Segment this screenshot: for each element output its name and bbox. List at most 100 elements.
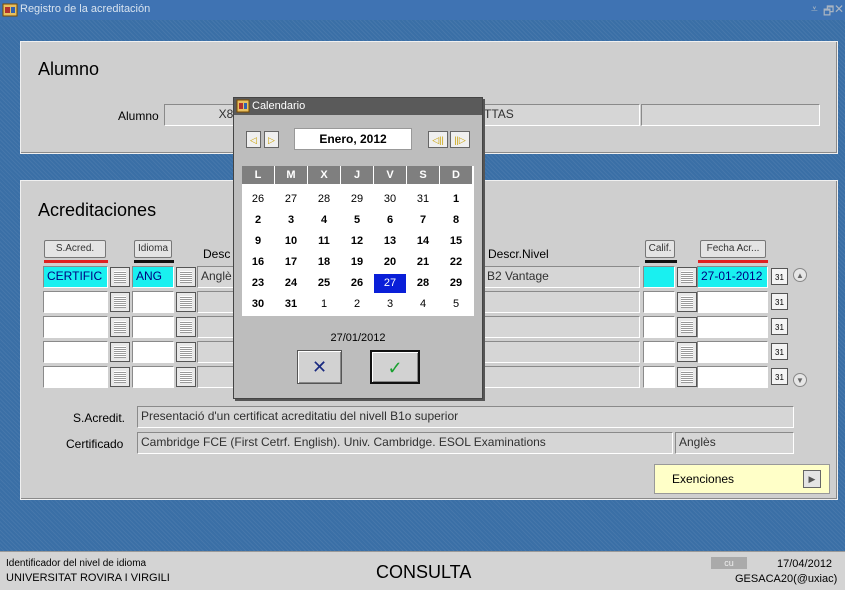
fecha-cell[interactable]: [697, 291, 768, 313]
calendar-day[interactable]: 30: [242, 295, 274, 314]
calendar-day[interactable]: 15: [440, 232, 472, 251]
calendar-day[interactable]: 29: [341, 190, 373, 209]
calendar-day[interactable]: 1: [440, 190, 472, 209]
idioma-lov-button[interactable]: [176, 267, 196, 287]
calendar-icon[interactable]: 31: [771, 268, 788, 285]
calendar-day[interactable]: 21: [407, 253, 439, 272]
idioma-lov-button[interactable]: [176, 292, 196, 312]
calendar-day[interactable]: 3: [275, 211, 307, 230]
idioma-header-button[interactable]: Idioma: [134, 240, 172, 258]
calendar-icon[interactable]: 31: [771, 293, 788, 310]
calendar-day[interactable]: 2: [341, 295, 373, 314]
s-acred-lov-button[interactable]: [110, 367, 130, 387]
alumno-extra-field[interactable]: [641, 104, 820, 126]
prev-year-button[interactable]: ◁||: [428, 131, 448, 148]
calendar-icon[interactable]: 31: [771, 318, 788, 335]
alumno-name-field[interactable]: TTAS: [480, 104, 640, 126]
calendar-day[interactable]: 4: [407, 295, 439, 314]
next-year-button[interactable]: ||▷: [450, 131, 470, 148]
calif-cell[interactable]: [643, 341, 675, 363]
calendar-day[interactable]: 12: [341, 232, 373, 251]
descr-nivel-cell[interactable]: [483, 291, 640, 313]
calendar-day[interactable]: 30: [374, 190, 406, 209]
calendar-day[interactable]: 5: [440, 295, 472, 314]
calendar-day[interactable]: 31: [407, 190, 439, 209]
calendar-day[interactable]: 25: [308, 274, 340, 293]
calif-lov-button[interactable]: [677, 367, 697, 387]
next-month-button[interactable]: ▷: [264, 131, 279, 148]
scroll-up-icon[interactable]: ▲: [793, 268, 807, 282]
prev-month-button[interactable]: ◁: [246, 131, 261, 148]
calendar-day[interactable]: 13: [374, 232, 406, 251]
calendar-day[interactable]: 5: [341, 211, 373, 230]
calendar-day[interactable]: 27: [275, 190, 307, 209]
s-acred-lov-button[interactable]: [110, 317, 130, 337]
calendar-icon[interactable]: 31: [771, 368, 788, 385]
idioma-cell[interactable]: [132, 341, 174, 363]
calendar-day[interactable]: 31: [275, 295, 307, 314]
calendar-day[interactable]: 7: [407, 211, 439, 230]
idioma-cell[interactable]: [132, 316, 174, 338]
calendar-day[interactable]: 16: [242, 253, 274, 272]
idioma-cell[interactable]: [132, 291, 174, 313]
calendar-day[interactable]: 1: [308, 295, 340, 314]
s-acred-cell[interactable]: [43, 291, 108, 313]
s-acred-lov-button[interactable]: [110, 342, 130, 362]
calif-cell[interactable]: [643, 316, 675, 338]
calendar-day[interactable]: 17: [275, 253, 307, 272]
s-acred-lov-button[interactable]: [110, 292, 130, 312]
calendar-day[interactable]: 9: [242, 232, 274, 251]
s-acred-cell[interactable]: CERTIFIC: [43, 266, 108, 288]
idioma-cell[interactable]: ANG: [132, 266, 174, 288]
calendar-day[interactable]: 10: [275, 232, 307, 251]
calif-header-button[interactable]: Calif.: [645, 240, 675, 258]
calendar-day[interactable]: 22: [440, 253, 472, 272]
idioma-lov-button[interactable]: [176, 367, 196, 387]
alumno-id-field[interactable]: X84: [164, 104, 244, 126]
s-acred-cell[interactable]: [43, 341, 108, 363]
fecha-cell[interactable]: [697, 316, 768, 338]
s-acredit-field[interactable]: Presentació d'un certificat acreditatiu …: [137, 406, 794, 428]
fecha-cell[interactable]: [697, 366, 768, 388]
exenciones-button[interactable]: Exenciones ▶: [654, 464, 830, 494]
idioma-lov-button[interactable]: [176, 342, 196, 362]
idioma-lov-button[interactable]: [176, 317, 196, 337]
s-acred-header-button[interactable]: S.Acred.: [44, 240, 106, 258]
calendar-day[interactable]: 20: [374, 253, 406, 272]
idioma-cell[interactable]: [132, 366, 174, 388]
descr-nivel-cell[interactable]: [483, 341, 640, 363]
descr-nivel-cell[interactable]: B2 Vantage: [483, 266, 640, 288]
calendar-day[interactable]: 3: [374, 295, 406, 314]
calendar-day[interactable]: 19: [341, 253, 373, 272]
descr-nivel-cell[interactable]: [483, 366, 640, 388]
calendar-day[interactable]: 28: [308, 190, 340, 209]
close-icon[interactable]: ✕: [834, 2, 844, 16]
calendar-day[interactable]: 26: [341, 274, 373, 293]
certificado-lang-field[interactable]: Anglès: [675, 432, 794, 454]
calendar-day[interactable]: 27: [374, 274, 406, 293]
s-acred-cell[interactable]: [43, 366, 108, 388]
calif-lov-button[interactable]: [677, 317, 697, 337]
s-acred-cell[interactable]: [43, 316, 108, 338]
calendar-day[interactable]: 11: [308, 232, 340, 251]
calendar-day[interactable]: 6: [374, 211, 406, 230]
calif-lov-button[interactable]: [677, 292, 697, 312]
calendar-day[interactable]: 29: [440, 274, 472, 293]
fecha-cell[interactable]: [697, 341, 768, 363]
calendar-day[interactable]: 26: [242, 190, 274, 209]
ok-button[interactable]: ✓: [370, 350, 420, 384]
desc-cell[interactable]: [197, 366, 237, 388]
calif-cell[interactable]: [643, 266, 675, 288]
cancel-button[interactable]: ✕: [297, 350, 342, 384]
scroll-down-icon[interactable]: ▼: [793, 373, 807, 387]
calendar-day[interactable]: 23: [242, 274, 274, 293]
desc-cell[interactable]: [197, 341, 237, 363]
s-acred-lov-button[interactable]: [110, 267, 130, 287]
calendar-day[interactable]: 28: [407, 274, 439, 293]
fecha-header-button[interactable]: Fecha Acr...: [700, 240, 766, 258]
minimize-icon[interactable]: ⩡: [811, 2, 818, 17]
fecha-cell[interactable]: 27-01-2012: [697, 266, 768, 288]
calif-cell[interactable]: [643, 291, 675, 313]
desc-cell[interactable]: Anglè: [197, 266, 237, 288]
calendar-day[interactable]: 8: [440, 211, 472, 230]
